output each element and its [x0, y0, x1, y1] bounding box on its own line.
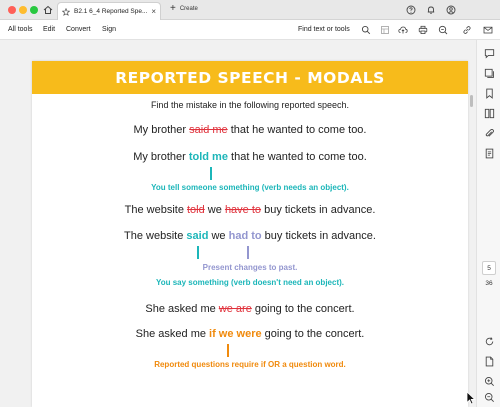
- sentence-text: going to the concert.: [251, 303, 355, 315]
- instruction-text: Find the mistake in the following report…: [150, 100, 350, 110]
- connector-line: [210, 167, 212, 180]
- tab-title: B2.1 6_4 Reported Spe...: [74, 8, 148, 15]
- sentence-text: buy tickets in advance.: [261, 204, 376, 216]
- find-tools-button[interactable]: Find text or tools: [298, 26, 350, 33]
- note-2: Present changes to past.: [202, 263, 298, 272]
- plus-icon: +: [170, 3, 176, 14]
- sentence-text: we: [208, 230, 229, 242]
- refresh-icon[interactable]: [482, 334, 496, 348]
- star-icon[interactable]: [61, 3, 71, 21]
- struck-text: told: [187, 204, 205, 216]
- sentence-text: She asked me: [145, 303, 219, 315]
- sentence-1-incorrect: My brother said me that he wanted to com…: [32, 124, 468, 136]
- note-4: Reported questions require if OR a quest…: [154, 360, 346, 369]
- tab-close-icon[interactable]: ×: [151, 7, 156, 16]
- zoom-in-icon[interactable]: [482, 374, 496, 388]
- correction-text: said: [186, 230, 209, 242]
- help-icon[interactable]: [404, 3, 418, 17]
- correction-text: if we were: [209, 328, 262, 340]
- correction-text: told me: [188, 151, 228, 163]
- sentence-text: My brother: [133, 151, 189, 163]
- create-label: Create: [179, 6, 198, 12]
- sentence-text: She asked me: [135, 328, 210, 340]
- print-icon[interactable]: [416, 23, 430, 37]
- avatar-icon[interactable]: [444, 3, 458, 17]
- correction-text: had to: [228, 230, 262, 242]
- connector-line: [247, 246, 249, 259]
- page-banner: REPORTED SPEECH - MODALS: [32, 61, 468, 94]
- minimize-window-button[interactable]: [19, 6, 27, 14]
- menu-convert[interactable]: Convert: [66, 26, 91, 33]
- menu-bar: All tools Edit Convert Sign Find text or…: [0, 20, 500, 40]
- email-icon[interactable]: [481, 23, 495, 37]
- comment-pages-icon[interactable]: [482, 66, 496, 80]
- struck-text: have to: [224, 204, 262, 216]
- sentence-text: that he wanted to come too.: [227, 151, 367, 163]
- bell-icon[interactable]: [424, 3, 438, 17]
- zoom-search-icon[interactable]: [436, 23, 450, 37]
- note-1: You tell someone something (verb needs a…: [151, 183, 349, 192]
- comment-icon[interactable]: [482, 46, 496, 60]
- grid-tool-icon[interactable]: [378, 23, 392, 37]
- connector-line: [227, 344, 229, 357]
- sentence-3-correct: She asked me if we were going to the con…: [32, 328, 468, 340]
- page-title: REPORTED SPEECH - MODALS: [115, 68, 385, 87]
- document-viewer[interactable]: REPORTED SPEECH - MODALS Find the mistak…: [0, 40, 476, 407]
- search-icon[interactable]: [359, 23, 373, 37]
- zoom-window-button[interactable]: [30, 6, 38, 14]
- bookmark-icon[interactable]: [482, 86, 496, 100]
- scrollbar-thumb[interactable]: [470, 95, 473, 107]
- sentence-text: buy tickets in advance.: [261, 230, 376, 242]
- struck-text: said me: [189, 124, 228, 136]
- cloud-upload-icon[interactable]: [396, 23, 410, 37]
- attachment-icon[interactable]: [482, 126, 496, 140]
- sentence-2-correct: The website said we had to buy tickets i…: [32, 230, 468, 242]
- connector-line: [197, 246, 199, 259]
- sentence-text: we: [204, 204, 225, 216]
- zoom-out-icon[interactable]: [482, 390, 496, 404]
- sentence-3-incorrect: She asked me we are going to the concert…: [32, 303, 468, 315]
- menu-all-tools[interactable]: All tools: [8, 26, 33, 33]
- tab-bar: B2.1 6_4 Reported Spe... × + Create: [0, 0, 500, 20]
- document-tab[interactable]: B2.1 6_4 Reported Spe... ×: [57, 2, 161, 20]
- document-properties-icon[interactable]: [482, 146, 496, 160]
- page-total: 36: [485, 280, 493, 287]
- sentence-2-incorrect: The website told we have to buy tickets …: [32, 204, 468, 216]
- document-page: REPORTED SPEECH - MODALS Find the mistak…: [32, 61, 468, 407]
- menu-edit[interactable]: Edit: [43, 26, 55, 33]
- page-number-input[interactable]: 5: [482, 261, 496, 275]
- mouse-cursor-icon: [466, 391, 476, 407]
- note-3: You say something (verb doesn't need an …: [155, 278, 344, 287]
- sentence-text: The website: [124, 230, 187, 242]
- sentence-text: The website: [124, 204, 187, 216]
- close-window-button[interactable]: [8, 6, 16, 14]
- struck-text: we are: [218, 303, 252, 315]
- page-layout-icon[interactable]: [482, 106, 496, 120]
- sentence-text: that he wanted to come too.: [227, 124, 367, 136]
- page-copy-icon[interactable]: [482, 354, 496, 368]
- sentence-text: going to the concert.: [261, 328, 365, 340]
- sentence-text: My brother: [133, 124, 190, 136]
- home-icon[interactable]: [40, 2, 56, 18]
- right-tool-rail: 5 36: [476, 40, 500, 407]
- create-tab-button[interactable]: + Create: [170, 3, 198, 14]
- menu-sign[interactable]: Sign: [102, 26, 116, 33]
- link-icon[interactable]: [460, 23, 474, 37]
- sentence-1-correct: My brother told me that he wanted to com…: [32, 151, 468, 163]
